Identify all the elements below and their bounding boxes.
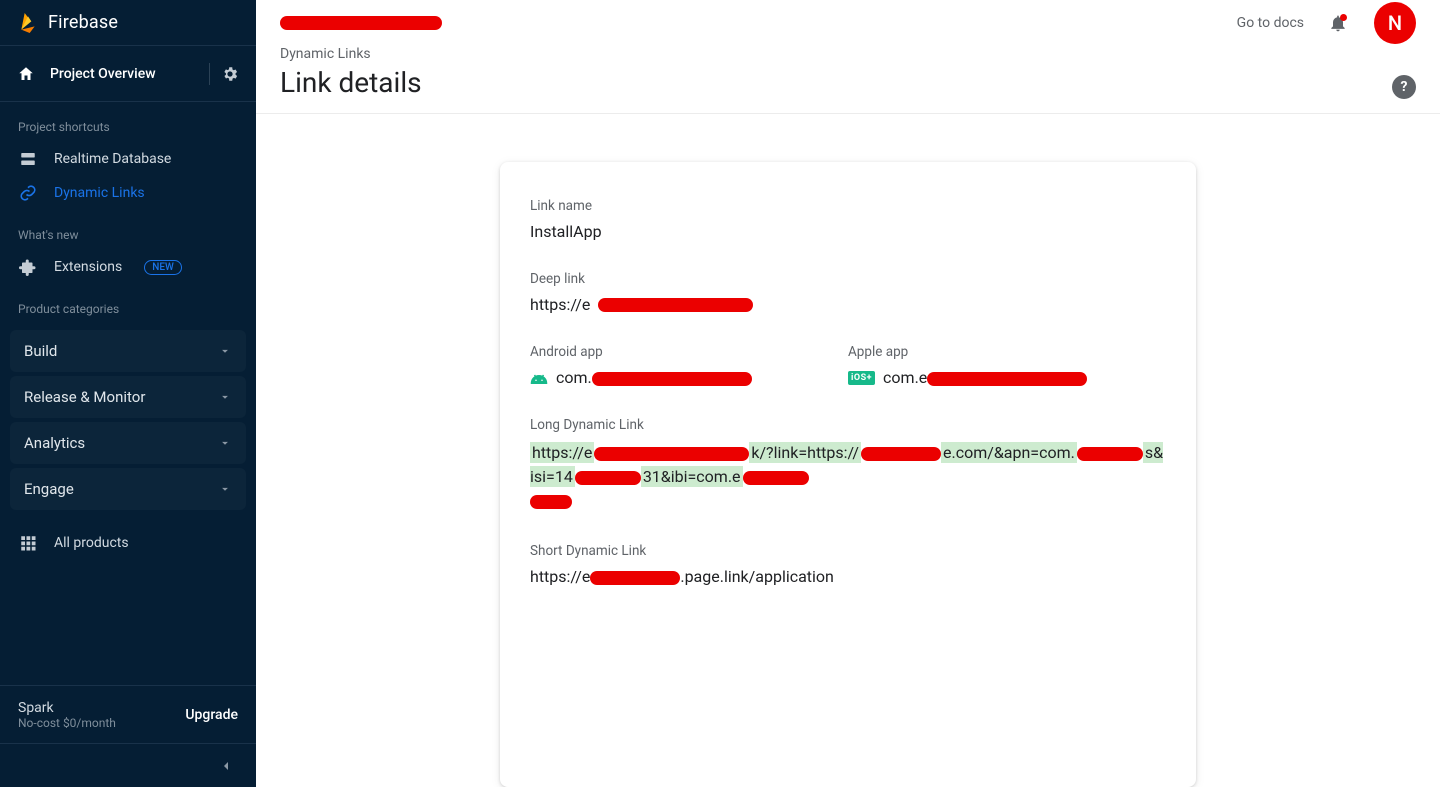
help-button[interactable]: ? [1392, 75, 1416, 99]
sidebar-item-all-products[interactable]: All products [0, 526, 256, 560]
field-value: com. [530, 368, 848, 387]
content-area: Link name InstallApp Deep link https://e… [256, 114, 1440, 787]
gear-icon[interactable] [220, 65, 240, 83]
redacted-icon [1077, 447, 1143, 461]
text-fragment: https://e [532, 443, 592, 462]
category-analytics[interactable]: Analytics [10, 422, 246, 464]
divider [209, 63, 210, 85]
sidebar-item-extensions[interactable]: Extensions NEW [0, 250, 256, 284]
field-label: Link name [530, 198, 1166, 214]
redacted-icon [592, 372, 752, 386]
redacted-icon [598, 298, 753, 312]
avatar[interactable]: N [1374, 2, 1416, 44]
section-categories: Product categories [0, 284, 256, 324]
collapse-sidebar[interactable] [0, 743, 256, 787]
text-fragment: com.e [883, 368, 927, 387]
text-fragment: e.com/&apn=com. [943, 443, 1075, 462]
notifications-button[interactable] [1328, 13, 1348, 33]
field-value: https://e [530, 295, 1166, 314]
section-shortcuts: Project shortcuts [0, 102, 256, 142]
text-fragment: com. [556, 368, 592, 387]
field-apple-app: Apple app iOS+ com.e [848, 344, 1166, 387]
field-value: iOS+ com.e [848, 368, 1166, 387]
field-value: https://e k/?link=https:// e.com/&apn=com.… [530, 441, 1166, 513]
chevron-down-icon [218, 344, 232, 358]
category-list: Build Release & Monitor Analytics Engage [0, 324, 256, 516]
redacted-icon [590, 571, 680, 585]
upgrade-button[interactable]: Upgrade [185, 707, 238, 723]
project-overview[interactable]: Project Overview [0, 46, 256, 102]
field-label: Deep link [530, 271, 1166, 287]
project-name-redacted[interactable] [280, 16, 442, 30]
field-android-app: Android app com. [530, 344, 848, 387]
field-label: Short Dynamic Link [530, 543, 1166, 559]
text-fragment: https://e [530, 295, 590, 314]
field-value: InstallApp [530, 222, 1166, 241]
sidebar-item-label: Realtime Database [54, 151, 171, 167]
extensions-icon [18, 258, 38, 276]
category-label: Engage [24, 480, 74, 498]
chevron-down-icon [218, 436, 232, 450]
field-link-name: Link name InstallApp [530, 198, 1166, 241]
redacted-icon [594, 447, 749, 461]
chevron-down-icon [218, 482, 232, 496]
field-deep-link: Deep link https://e [530, 271, 1166, 314]
page-title: Link details [280, 66, 1392, 99]
topbar: Go to docs N [256, 0, 1440, 46]
go-to-docs-link[interactable]: Go to docs [1237, 15, 1304, 31]
text-fragment: https://e [530, 567, 590, 586]
field-value: https://e .page.link/application [530, 567, 1166, 586]
text-fragment: 31&ibi=com.e [643, 467, 741, 486]
project-overview-label: Project Overview [50, 66, 199, 82]
link-details-card: Link name InstallApp Deep link https://e… [500, 162, 1196, 787]
field-label: Android app [530, 344, 848, 360]
page-header: Dynamic Links Link details ? [256, 46, 1440, 114]
redacted-icon [861, 447, 941, 461]
category-label: Release & Monitor [24, 388, 145, 406]
android-icon [530, 371, 548, 385]
sidebar: Firebase Project Overview Project shortc… [0, 0, 256, 787]
brand[interactable]: Firebase [0, 0, 256, 46]
link-icon [18, 184, 38, 202]
sidebar-item-realtime-database[interactable]: Realtime Database [0, 142, 256, 176]
redacted-icon [575, 471, 641, 485]
sidebar-item-dynamic-links[interactable]: Dynamic Links [0, 176, 256, 210]
category-label: Analytics [24, 434, 85, 452]
sidebar-item-label: All products [54, 535, 129, 551]
category-release-monitor[interactable]: Release & Monitor [10, 376, 246, 418]
redacted-icon [530, 495, 572, 509]
breadcrumb[interactable]: Dynamic Links [280, 46, 1392, 62]
plan-subtitle: No-cost $0/month [18, 716, 116, 730]
text-fragment: k/?link=https:// [751, 443, 859, 462]
chevron-down-icon [218, 390, 232, 404]
field-short-dynamic-link: Short Dynamic Link https://e .page.link/a… [530, 543, 1166, 586]
field-long-dynamic-link: Long Dynamic Link https://e k/?link=https… [530, 417, 1166, 513]
field-label: Apple app [848, 344, 1166, 360]
redacted-icon [927, 372, 1087, 386]
sidebar-item-label: Extensions [54, 259, 122, 275]
new-badge: NEW [144, 260, 182, 275]
category-label: Build [24, 342, 57, 360]
field-label: Long Dynamic Link [530, 417, 1166, 433]
sidebar-item-label: Dynamic Links [54, 185, 145, 201]
text-fragment: .page.link/application [680, 567, 834, 586]
plan-name: Spark [18, 700, 116, 716]
redacted-icon [743, 471, 809, 485]
ios-tag-icon: iOS+ [848, 371, 875, 385]
database-icon [18, 150, 38, 168]
brand-name: Firebase [48, 12, 118, 33]
main: Go to docs N Dynamic Links Link details … [256, 0, 1440, 787]
category-engage[interactable]: Engage [10, 468, 246, 510]
home-icon [16, 65, 36, 83]
plan-row: Spark No-cost $0/month Upgrade [0, 685, 256, 743]
firebase-logo-icon [18, 11, 38, 35]
grid-icon [18, 534, 38, 552]
notification-dot-icon [1340, 14, 1347, 21]
category-build[interactable]: Build [10, 330, 246, 372]
section-whatsnew: What's new [0, 210, 256, 250]
chevron-left-icon [218, 758, 234, 774]
